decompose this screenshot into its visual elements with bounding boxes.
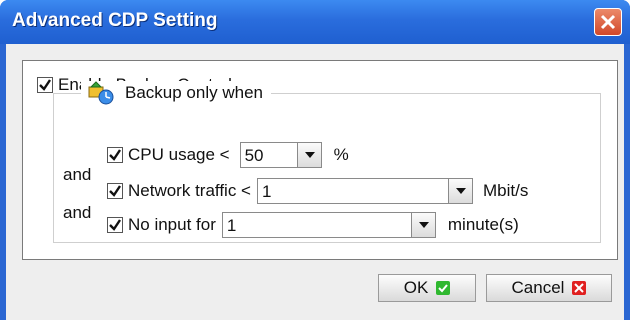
enable-backup-control-checkbox[interactable] <box>37 77 53 93</box>
chevron-down-icon[interactable] <box>296 143 321 167</box>
cpu-usage-select[interactable]: 50 <box>239 142 322 168</box>
no-input-value: 1 <box>226 216 237 235</box>
checkmark-icon <box>109 219 121 231</box>
window-title: Advanced CDP Setting <box>12 10 218 31</box>
network-traffic-checkbox[interactable] <box>107 183 123 199</box>
checkmark-icon <box>109 149 121 161</box>
and-label-1: and <box>63 165 92 184</box>
title-bar: Advanced CDP Setting <box>0 0 630 44</box>
cpu-usage-unit: % <box>333 145 349 164</box>
no-input-unit: minute(s) <box>447 215 519 234</box>
cancel-button-label: Cancel <box>511 278 565 297</box>
chevron-down-icon[interactable] <box>410 213 435 237</box>
network-traffic-row: Network traffic < 1 Mbit/s <box>107 177 528 205</box>
no-input-select[interactable]: 1 <box>221 212 436 238</box>
backup-group-label: Backup only when <box>125 83 263 102</box>
no-input-checkbox[interactable] <box>107 217 123 233</box>
dialog-body: Enable Backup Control Backup only when a… <box>6 44 624 320</box>
advanced-cdp-dialog: Advanced CDP Setting Enable Backup Contr… <box>0 0 630 320</box>
checkmark-icon <box>39 79 51 91</box>
cpu-usage-row: CPU usage < 50 % <box>107 141 349 169</box>
chevron-down-icon[interactable] <box>447 179 472 203</box>
ok-button[interactable]: OK <box>378 274 476 302</box>
x-icon <box>572 281 587 295</box>
no-input-label: No input for <box>128 215 216 234</box>
cancel-button[interactable]: Cancel <box>486 274 612 302</box>
network-traffic-select[interactable]: 1 <box>256 178 473 204</box>
backup-icon <box>88 81 114 105</box>
ok-button-label: OK <box>403 278 429 297</box>
and-label-2: and <box>63 203 92 222</box>
network-traffic-unit: Mbit/s <box>482 181 529 200</box>
network-traffic-value: 1 <box>261 182 272 201</box>
network-traffic-label: Network traffic < <box>128 181 251 200</box>
settings-panel: Enable Backup Control Backup only when a… <box>22 60 618 260</box>
backup-group-title: Backup only when <box>81 81 271 105</box>
close-icon <box>600 14 616 30</box>
close-button[interactable] <box>594 8 622 36</box>
cpu-usage-checkbox[interactable] <box>107 147 123 163</box>
cpu-usage-label: CPU usage < <box>128 145 230 164</box>
no-input-row: No input for 1 minute(s) <box>107 211 519 239</box>
cpu-usage-value: 50 <box>244 146 264 165</box>
check-icon <box>436 281 451 295</box>
checkmark-icon <box>109 185 121 197</box>
